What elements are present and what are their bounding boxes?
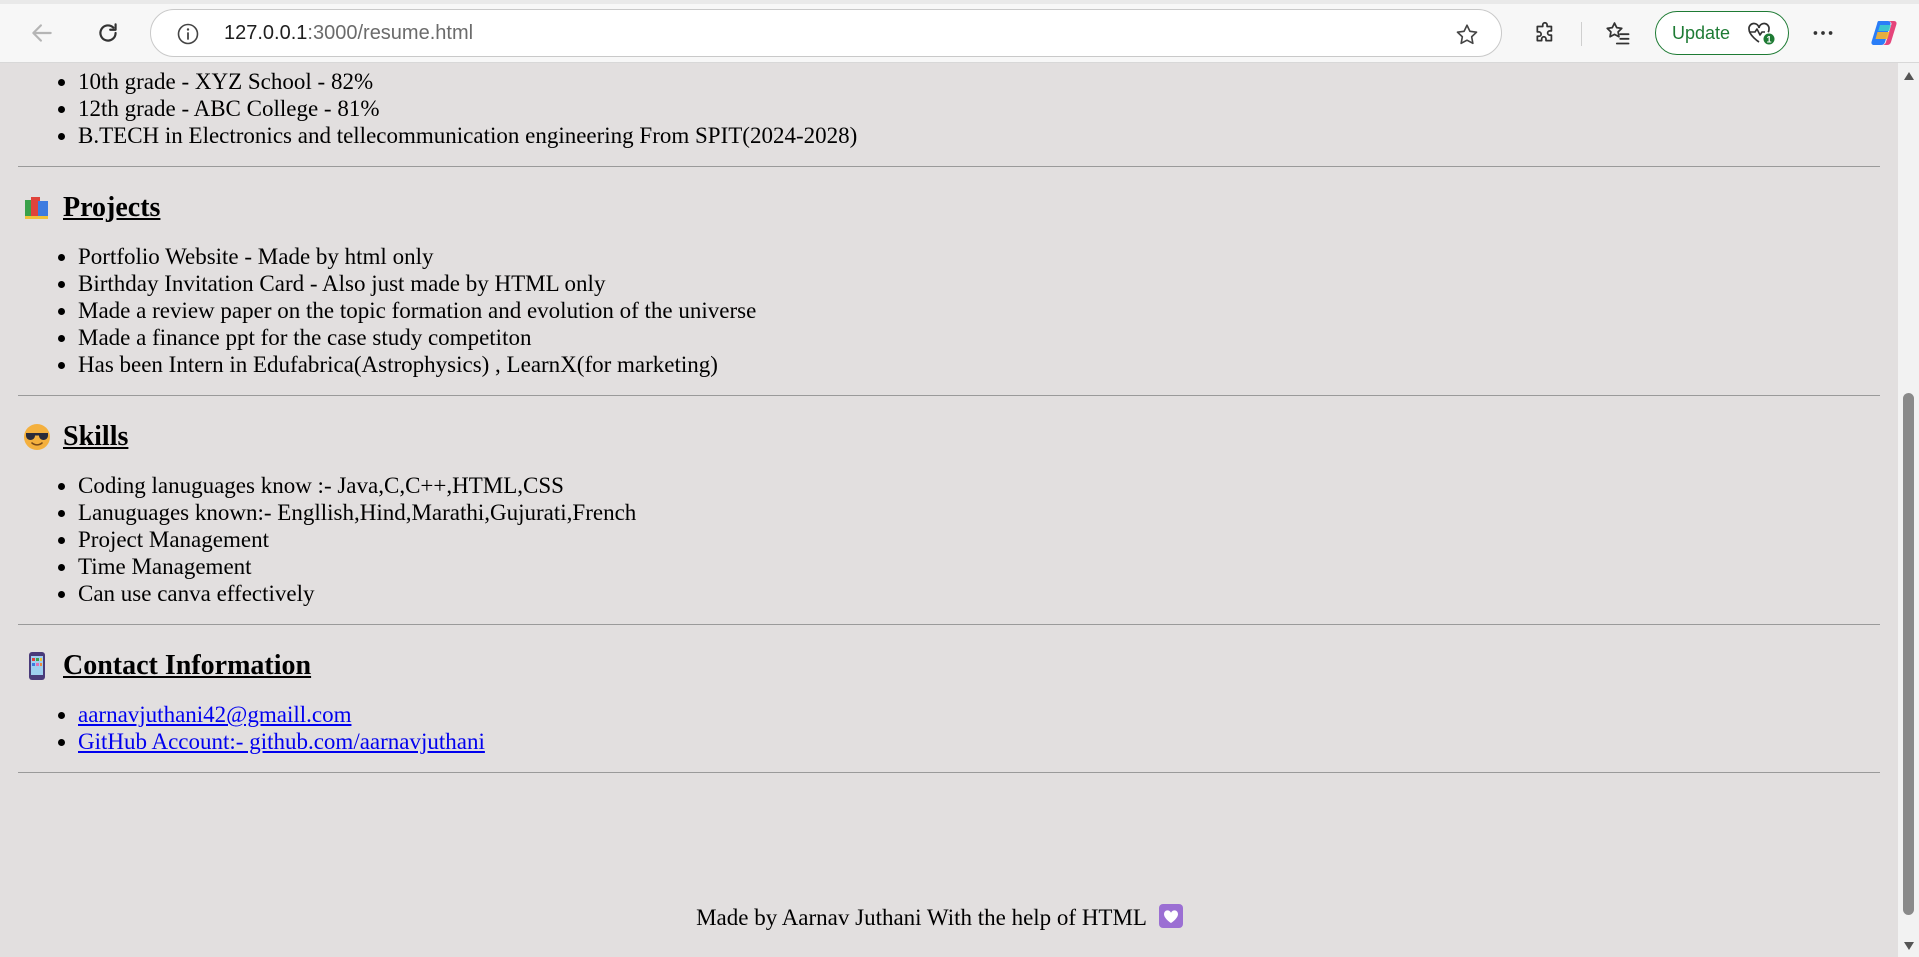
sunglasses-emoji-icon <box>22 422 52 452</box>
list-item: Time Management <box>78 553 1880 580</box>
section-divider <box>18 395 1880 396</box>
projects-heading: Projects <box>18 188 1880 228</box>
resume-content: 10th grade - XYZ School - 82% 12th grade… <box>18 63 1880 773</box>
copilot-button[interactable] <box>1866 15 1902 51</box>
list-item: B.TECH in Electronics and tellecommunica… <box>78 122 1880 149</box>
section-divider <box>18 624 1880 625</box>
footer: Made by Aarnav Juthani With the help of … <box>0 903 1880 931</box>
github-link[interactable]: GitHub Account:- github.com/aarnavjuthan… <box>78 729 485 754</box>
list-item: Can use canva effectively <box>78 580 1880 607</box>
books-emoji-icon <box>22 193 52 223</box>
contact-heading: Contact Information <box>18 646 1880 686</box>
favorites-list-icon <box>1606 22 1630 45</box>
skills-list: Coding lanuguages know :- Java,C,C++,HTM… <box>18 472 1880 607</box>
page-viewport: 10th grade - XYZ School - 82% 12th grade… <box>0 63 1898 957</box>
vertical-scrollbar[interactable] <box>1898 63 1919 957</box>
star-icon <box>1456 24 1478 45</box>
tab-strip-edge <box>0 0 1919 4</box>
list-item: Has been Intern in Edufabrica(Astrophysi… <box>78 351 1880 378</box>
contact-list: aarnavjuthani42@gmaill.com GitHub Accoun… <box>18 701 1880 755</box>
site-info-button[interactable] <box>175 21 201 47</box>
list-item: Portfolio Website - Made by html only <box>78 243 1880 270</box>
heartbeat-icon: 1 <box>1748 22 1775 45</box>
extensions-button[interactable] <box>1528 15 1564 51</box>
back-arrow-icon <box>32 24 52 42</box>
toolbar-separator <box>1581 22 1582 46</box>
url-host: 127.0.0.1 <box>224 22 308 44</box>
back-button[interactable] <box>22 13 62 53</box>
address-bar[interactable]: 127.0.0.1:3000/resume.html <box>150 9 1502 57</box>
list-item: GitHub Account:- github.com/aarnavjuthan… <box>78 728 1880 755</box>
list-item: Made a finance ppt for the case study co… <box>78 324 1880 351</box>
list-item: Made a review paper on the topic formati… <box>78 297 1880 324</box>
section-divider <box>18 166 1880 167</box>
svg-text:1: 1 <box>1766 34 1771 44</box>
list-item: 12th grade - ABC College - 81% <box>78 95 1880 122</box>
skills-title: Skills <box>63 421 129 452</box>
skills-heading: Skills <box>18 417 1880 457</box>
reload-icon <box>99 23 117 42</box>
education-list: 10th grade - XYZ School - 82% 12th grade… <box>18 68 1880 149</box>
list-item: Project Management <box>78 526 1880 553</box>
update-button[interactable]: Update 1 <box>1655 11 1789 55</box>
triangle-up-icon <box>1903 72 1914 80</box>
ellipsis-icon <box>1813 31 1833 35</box>
copilot-icon <box>1871 21 1897 45</box>
favorites-button[interactable] <box>1600 15 1636 51</box>
settings-and-more-button[interactable] <box>1805 15 1841 51</box>
mobile-phone-emoji-icon <box>22 651 52 681</box>
projects-title: Projects <box>63 192 161 223</box>
section-divider <box>18 772 1880 773</box>
reload-button[interactable] <box>88 13 128 53</box>
list-item: Birthday Invitation Card - Also just mad… <box>78 270 1880 297</box>
scroll-thumb[interactable] <box>1903 393 1914 915</box>
url-text[interactable]: 127.0.0.1:3000/resume.html <box>224 22 473 45</box>
info-icon <box>177 23 199 45</box>
email-link[interactable]: aarnavjuthani42@gmaill.com <box>78 702 351 727</box>
browser-toolbar: 127.0.0.1:3000/resume.html Update 1 <box>0 0 1919 63</box>
footer-text: Made by Aarnav Juthani With the help of … <box>696 905 1147 930</box>
puzzle-icon <box>1536 21 1553 42</box>
heart-emoji-icon <box>1158 903 1184 929</box>
projects-list: Portfolio Website - Made by html only Bi… <box>18 243 1880 378</box>
add-favorite-button[interactable] <box>1453 21 1481 49</box>
contact-title: Contact Information <box>63 650 312 681</box>
scroll-up-button[interactable] <box>1898 67 1919 85</box>
scroll-down-button[interactable] <box>1898 937 1919 955</box>
triangle-down-icon <box>1903 942 1914 950</box>
list-item: aarnavjuthani42@gmaill.com <box>78 701 1880 728</box>
update-label: Update <box>1672 22 1731 43</box>
url-path: :3000/resume.html <box>307 22 474 44</box>
list-item: Lanuguages known:- Engllish,Hind,Marathi… <box>78 499 1880 526</box>
list-item: Coding lanuguages know :- Java,C,C++,HTM… <box>78 472 1880 499</box>
list-item: 10th grade - XYZ School - 82% <box>78 68 1880 95</box>
